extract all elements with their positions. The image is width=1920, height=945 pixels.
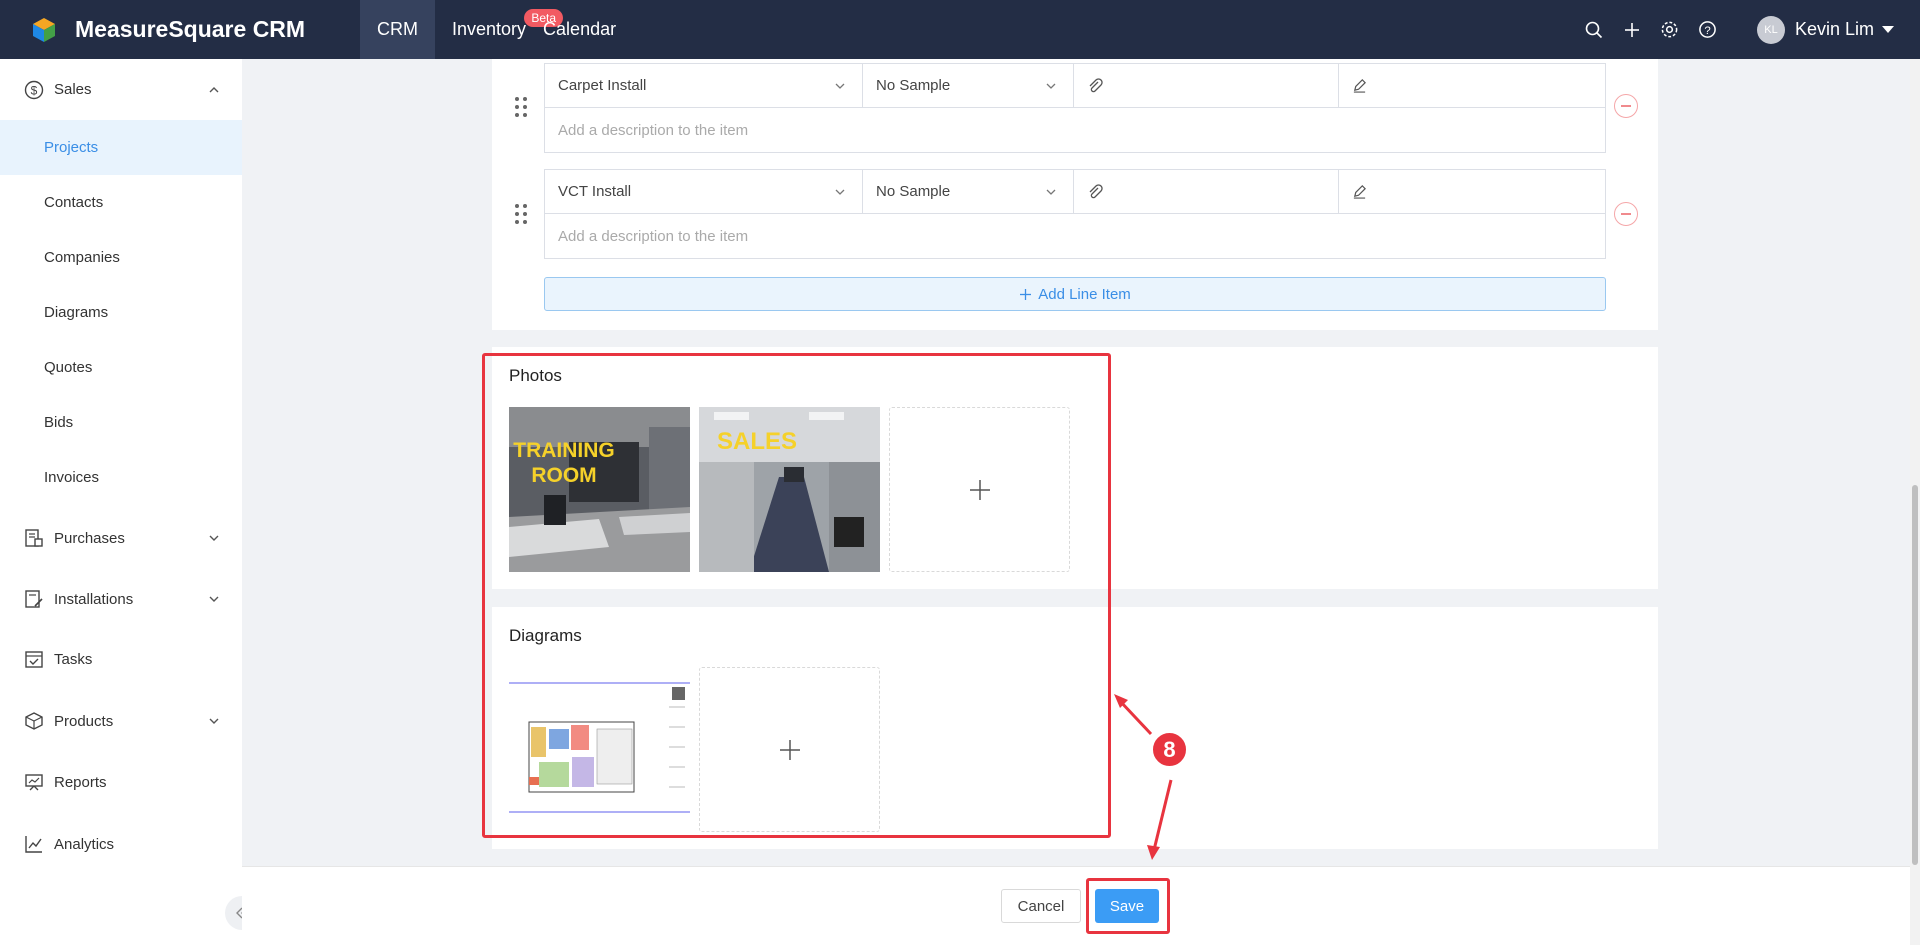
user-menu[interactable]: KL Kevin Lim	[1756, 15, 1894, 44]
box-icon	[23, 710, 45, 732]
sidebar-item-installations[interactable]: Installations	[0, 570, 242, 628]
nav-inventory-label: Inventory	[452, 19, 527, 39]
remove-line-item-button[interactable]	[1614, 202, 1638, 226]
paperclip-icon	[1089, 77, 1103, 92]
chevron-down-icon	[1046, 189, 1056, 195]
sample-value: No Sample	[876, 77, 951, 94]
sidebar-item-purchases[interactable]: Purchases	[0, 509, 242, 567]
drag-handle-icon[interactable]	[514, 96, 528, 118]
sidebar-item-diagrams[interactable]: Diagrams	[0, 285, 242, 340]
plus-icon	[1020, 288, 1032, 300]
app-logo-icon	[33, 17, 55, 42]
main-nav: CRM Inventory Beta Calendar	[360, 0, 633, 59]
line-item: VCT Install No Sample Add a description …	[544, 169, 1606, 259]
chevron-down-icon	[1046, 83, 1056, 89]
sidebar-item-sales[interactable]: $ Sales	[0, 59, 242, 120]
sidebar: $ Sales Projects Contacts Companies Diag…	[0, 59, 242, 945]
top-actions: ? KL Kevin Lim	[1575, 0, 1920, 59]
nav-inventory[interactable]: Inventory Beta	[435, 0, 564, 59]
sidebar-item-companies[interactable]: Companies	[0, 230, 242, 285]
sidebar-item-label: Reports	[54, 773, 107, 791]
sidebar-item-bids[interactable]: Bids	[0, 395, 242, 450]
highlight-box-save	[1086, 878, 1170, 934]
attachment-cell[interactable]	[1074, 64, 1339, 107]
sample-select[interactable]: No Sample	[863, 64, 1074, 107]
gear-icon[interactable]	[1660, 20, 1680, 40]
form-footer	[242, 866, 1920, 945]
product-select[interactable]: Carpet Install	[545, 64, 863, 107]
dollar-icon: $	[23, 79, 45, 101]
sample-select[interactable]: No Sample	[863, 170, 1074, 213]
product-value: VCT Install	[558, 183, 632, 200]
app-name: MeasureSquare CRM	[75, 16, 306, 42]
line-item: Carpet Install No Sample Add a descripti…	[544, 63, 1606, 153]
annotation-arrows	[1114, 694, 1173, 860]
sidebar-item-label: Products	[54, 712, 114, 730]
nav-crm-label: CRM	[377, 19, 418, 39]
line-chart-icon	[23, 833, 45, 855]
nav-calendar[interactable]: Calendar	[543, 0, 633, 59]
svg-text:$: $	[31, 83, 38, 97]
sidebar-item-analytics[interactable]: Analytics	[0, 815, 242, 873]
add-line-item-button[interactable]: Add Line Item	[544, 277, 1606, 311]
edit-cell[interactable]	[1339, 170, 1605, 213]
svg-text:?: ?	[1705, 25, 1711, 37]
drag-handle-icon[interactable]	[514, 203, 528, 225]
chevron-down-icon	[209, 535, 219, 541]
sidebar-item-invoices[interactable]: Invoices	[0, 450, 242, 505]
sidebar-item-reports[interactable]: Reports	[0, 753, 242, 811]
nav-calendar-label: Calendar	[543, 19, 617, 39]
sidebar-item-tasks[interactable]: Tasks	[0, 630, 242, 688]
help-icon[interactable]: ?	[1698, 20, 1718, 40]
product-select[interactable]: VCT Install	[545, 170, 863, 213]
minus-icon	[1621, 105, 1631, 107]
paperclip-icon	[1089, 183, 1103, 198]
sidebar-item-label: Analytics	[54, 835, 115, 853]
purchase-order-icon	[23, 527, 45, 549]
sidebar-item-quotes[interactable]: Quotes	[0, 340, 242, 395]
pencil-icon	[1353, 185, 1366, 199]
avatar: KL	[1756, 15, 1785, 44]
description-input[interactable]: Add a description to the item	[545, 214, 1605, 258]
chevron-down-icon	[835, 189, 845, 195]
chevron-down-icon	[209, 596, 219, 602]
sidebar-item-label: Purchases	[54, 529, 125, 547]
add-icon[interactable]	[1622, 20, 1642, 40]
chevron-down-icon	[209, 718, 219, 724]
sidebar-item-label: Tasks	[54, 650, 93, 668]
attachment-cell[interactable]	[1074, 170, 1339, 213]
chevron-up-icon	[209, 86, 219, 92]
sample-value: No Sample	[876, 183, 951, 200]
add-line-item-label: Add Line Item	[1038, 285, 1131, 303]
sidebar-item-projects[interactable]: Projects	[0, 120, 242, 175]
caret-down-icon	[1882, 26, 1894, 33]
presentation-icon	[23, 771, 45, 793]
nav-crm[interactable]: CRM	[360, 0, 435, 59]
top-bar: MeasureSquare CRM CRM Inventory Beta Cal…	[0, 0, 1920, 59]
sidebar-item-contacts[interactable]: Contacts	[0, 175, 242, 230]
highlight-box-media	[482, 353, 1111, 838]
sidebar-item-label: Installations	[54, 590, 134, 608]
sidebar-item-label: Sales	[54, 81, 92, 98]
sidebar-item-products[interactable]: Products	[0, 692, 242, 750]
chevron-down-icon	[835, 83, 845, 89]
step-badge: 8	[1151, 731, 1188, 768]
user-name: Kevin Lim	[1794, 19, 1874, 39]
minus-icon	[1621, 213, 1631, 215]
calendar-check-icon	[23, 648, 45, 670]
installation-icon	[23, 588, 45, 610]
pencil-icon	[1353, 79, 1366, 93]
product-value: Carpet Install	[558, 77, 647, 94]
edit-cell[interactable]	[1339, 64, 1605, 107]
app-logo[interactable]: MeasureSquare CRM	[30, 0, 360, 59]
description-input[interactable]: Add a description to the item	[545, 108, 1605, 152]
cancel-button[interactable]: Cancel	[1001, 889, 1081, 923]
search-icon[interactable]	[1584, 20, 1604, 40]
scrollbar-thumb[interactable]	[1912, 485, 1918, 865]
remove-line-item-button[interactable]	[1614, 94, 1638, 118]
